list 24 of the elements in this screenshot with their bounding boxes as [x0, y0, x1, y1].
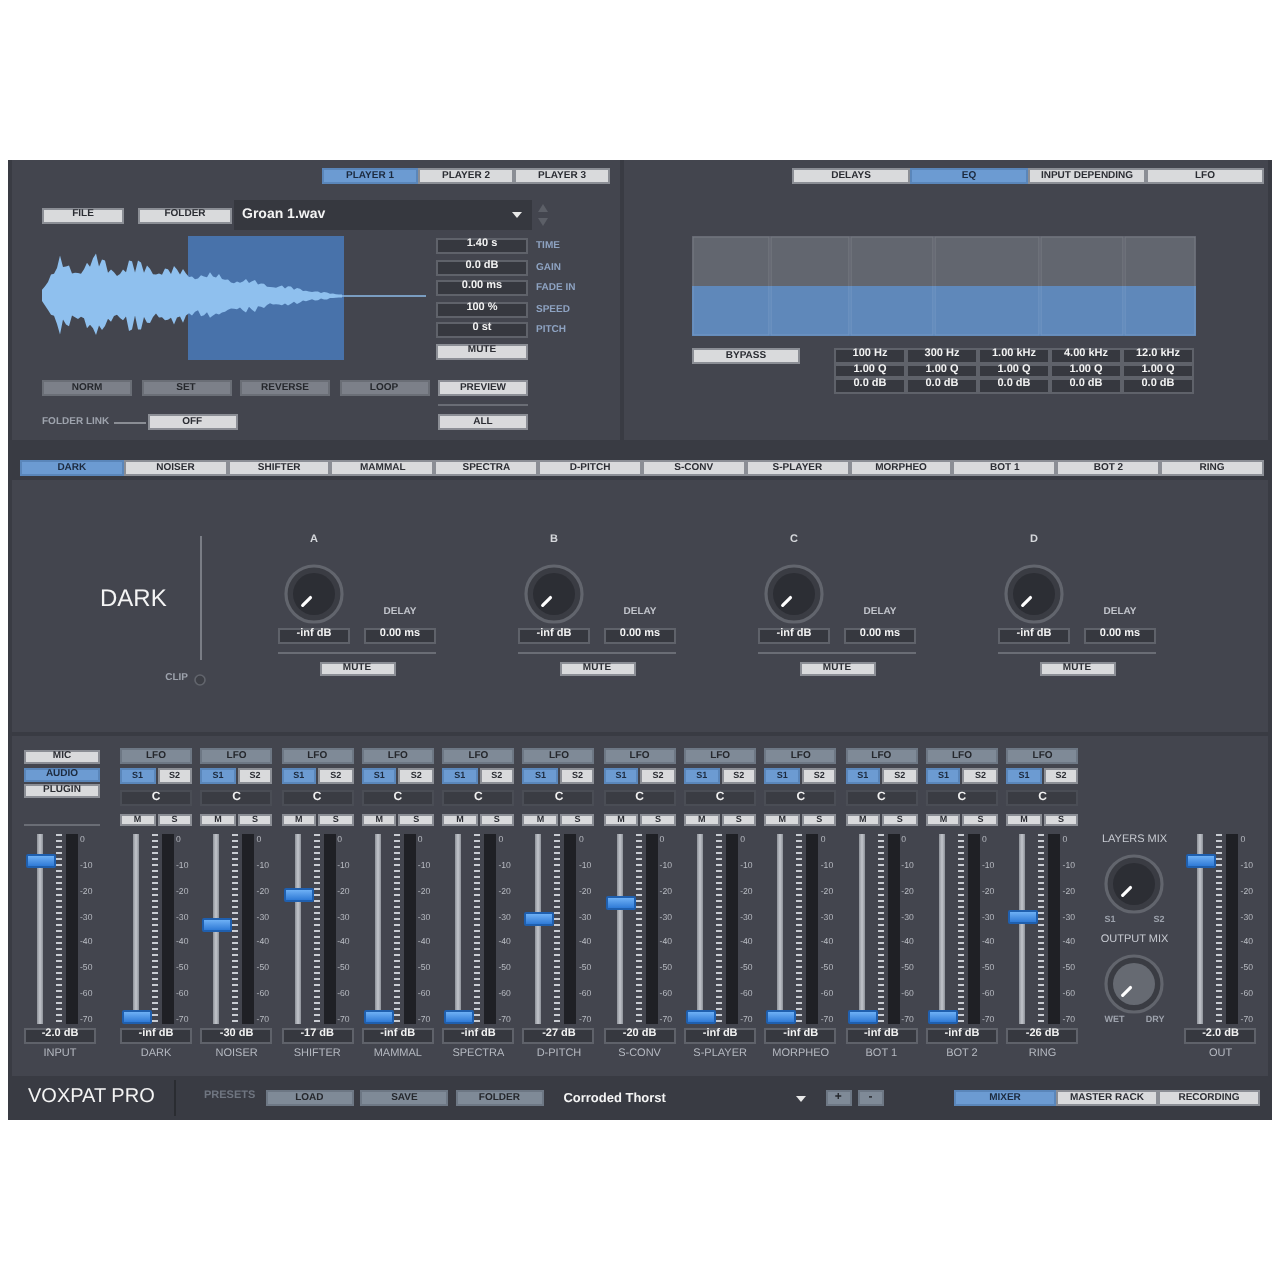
gain-knob[interactable]	[284, 564, 344, 624]
layers-mix-knob[interactable]	[1104, 854, 1165, 914]
caret-down-icon	[512, 212, 522, 218]
gain-knob[interactable]	[764, 564, 824, 624]
fader-handle[interactable]	[122, 1010, 152, 1024]
fader-handle[interactable]	[26, 853, 56, 868]
fader-handle[interactable]	[766, 1010, 797, 1024]
fader-handle[interactable]	[1186, 853, 1217, 868]
gain-knob[interactable]	[1004, 564, 1064, 624]
fader-handle[interactable]	[605, 895, 636, 910]
clip-indicator-icon	[194, 674, 206, 686]
product-name: VOXPAT PRO	[28, 1086, 157, 1110]
fader-handle[interactable]	[363, 1010, 394, 1024]
fader-handle[interactable]	[524, 911, 555, 926]
fader-handle[interactable]	[444, 1010, 475, 1024]
fader-handle[interactable]	[283, 888, 314, 903]
gain-knob[interactable]	[524, 564, 584, 624]
fader-handle[interactable]	[686, 1010, 717, 1024]
caret-down-icon	[795, 1095, 806, 1101]
fader-handle[interactable]	[202, 918, 233, 933]
fader-handle[interactable]	[1008, 909, 1039, 924]
fader-handle[interactable]	[927, 1010, 958, 1024]
fader-handle[interactable]	[847, 1010, 878, 1024]
effect-title: DARK	[100, 584, 169, 612]
